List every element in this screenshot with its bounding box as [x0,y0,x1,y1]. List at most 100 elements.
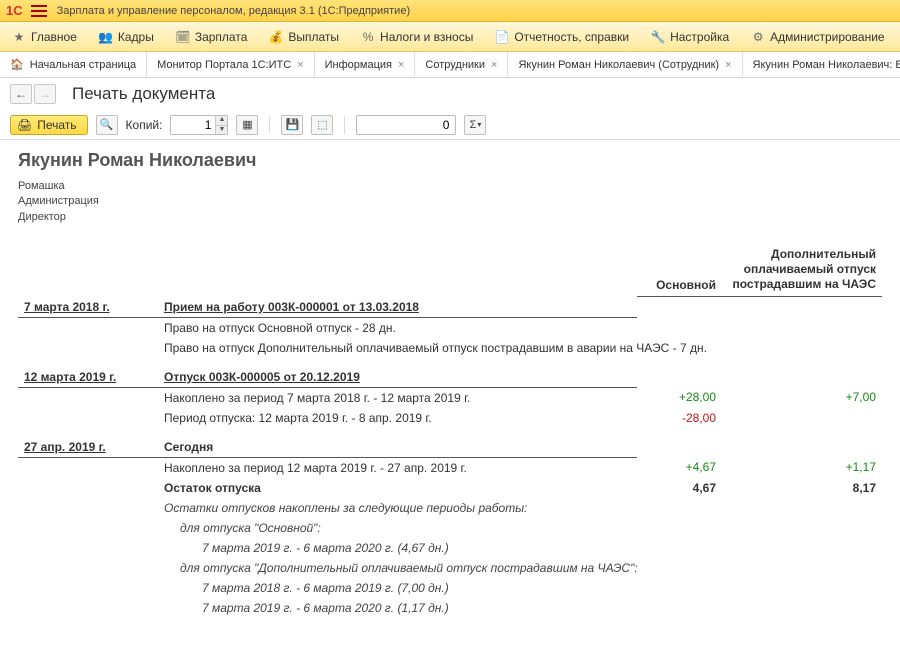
cell [722,358,882,388]
money-icon: 💰 [269,30,283,44]
number-input[interactable] [356,115,456,135]
cell [18,558,158,578]
export-button[interactable]: ⬚ [311,115,333,135]
val-main: -28,00 [637,408,722,428]
menu-label: Кадры [118,30,154,44]
wrench-icon: 🔧 [651,30,665,44]
cell [18,498,158,518]
cell [722,297,882,318]
note-line: Остатки отпусков накоплены за следующие … [158,498,882,518]
section-title: Сегодня [158,428,637,458]
tab[interactable]: Якунин Роман Николаевич (Сотрудник)× [508,52,742,77]
cell [18,408,158,428]
cell [18,457,158,478]
nav-row: ← → Печать документа [0,78,900,110]
copies-stepper[interactable]: ▲▼ [170,115,228,135]
copies-input[interactable] [171,116,215,134]
menu-label: Зарплата [195,30,248,44]
nav-back-button[interactable]: ← [10,84,32,104]
tab-label: Сотрудники [425,59,485,71]
menu-icon[interactable] [31,5,47,17]
stepper-down-icon[interactable]: ▼ [215,125,227,134]
person-name: Якунин Роман Николаевич [18,150,882,171]
gear-icon: ⚙ [751,30,765,44]
tab[interactable]: 🏠Начальная страница [0,52,147,77]
app-logo: 1C [6,3,23,18]
print-button[interactable]: 🖨 Печать [10,115,88,135]
separator [344,116,345,134]
cell [637,358,722,388]
stepper-up-icon[interactable]: ▲ [215,116,227,125]
printer-icon: 🖨 [17,118,32,132]
row-text: Накоплено за период 12 марта 2019 г. - 2… [158,457,637,478]
main-menubar: ★ Главное 👥Кадры 🗓Зарплата 💰 Выплаты %Налоги и… [0,22,900,52]
row-text: Остаток отпуска [158,478,637,498]
cell [18,317,158,338]
menu-Администрирование[interactable]: ⚙Администрирование [747,27,888,47]
document-body: Якунин Роман Николаевич Ромашка Админист… [0,140,900,648]
sum-button[interactable]: Σ▾ [464,115,486,135]
tab-label: Информация [325,59,392,71]
doc-icon: 📄 [495,30,509,44]
grid-icon: ▦ [242,118,252,131]
note-line: для отпуска "Основной": [158,518,882,538]
nav-forward-button[interactable]: → [34,84,56,104]
tab[interactable]: Сотрудники × [415,52,508,77]
val-main: +4,67 [637,457,722,478]
val-main: +28,00 [637,387,722,408]
tab[interactable]: Якунин Роман Николаевич: Все кадровые [743,52,900,77]
val-extra: +1,17 [722,457,882,478]
menu-Кадры[interactable]: 👥Кадры [95,27,158,47]
note-line: 7 марта 2018 г. - 6 марта 2019 г. (7,00 … [158,578,882,598]
col-desc [158,243,637,297]
save-button[interactable]: 💾 [281,115,303,135]
cell [722,428,882,458]
copies-label: Копий: [126,118,163,132]
cell [18,338,158,358]
tab[interactable]: Информация × [315,52,416,77]
cell [637,428,722,458]
menu-Налоги и взносы[interactable]: %Налоги и взносы [357,27,477,47]
menu-label: Главное [31,30,77,44]
section-line: Право на отпуск Дополнительный оплачивае… [158,338,882,358]
section-line: Право на отпуск Основной отпуск - 28 дн. [158,317,882,338]
cell [18,387,158,408]
note-line: 7 марта 2019 г. - 6 марта 2020 г. (4,67 … [158,538,882,558]
menu-Отчетность, справки[interactable]: 📄Отчетность, справки [491,27,633,47]
val-main: 4,67 [637,478,722,498]
section-title: Отпуск 003К-000005 от 20.12.2019 [158,358,637,388]
col-main-header: Основной [637,243,722,297]
floppy-icon: 💾 [286,118,300,131]
app-titlebar: 1C Зарплата и управление персоналом, ред… [0,0,900,22]
note-line: для отпуска "Дополнительный оплачиваемый… [158,558,882,578]
org-name: Ромашка [18,179,882,194]
close-icon[interactable]: × [725,59,731,71]
section-date: 12 марта 2019 г. [18,358,158,388]
tab[interactable]: Монитор Портала 1С:ИТС× [147,52,314,77]
preview-button[interactable]: 🔍 [96,115,118,135]
template-button[interactable]: ▦ [236,115,258,135]
col-date [18,243,158,297]
close-icon[interactable]: × [491,59,497,71]
menu-Выплаты[interactable]: 💰 Выплаты [265,27,343,47]
tab-label: Якунин Роман Николаевич: Все кадровые [753,59,900,71]
tabs-bar: 🏠Начальная страницаМонитор Портала 1С:ИТ… [0,52,900,78]
position-name: Директор [18,210,882,225]
row-text: Накоплено за период 7 марта 2018 г. - 12… [158,387,637,408]
star-icon: ★ [12,30,26,44]
note-line: 7 марта 2019 г. - 6 марта 2020 г. (1,17 … [158,598,882,618]
row-text: Период отпуска: 12 марта 2019 г. - 8 апр… [158,408,637,428]
val-extra: 8,17 [722,478,882,498]
menu-Зарплата[interactable]: 🗓Зарплата [172,27,252,47]
magnifier-icon: 🔍 [100,118,114,131]
close-icon[interactable]: × [398,59,404,71]
menu-Настройка[interactable]: 🔧 Настройка [647,27,733,47]
section-title: Прием на работу 003К-000001 от 13.03.201… [158,297,637,318]
report-table: Основной Дополнительный оплачиваемый отп… [18,243,882,618]
menu-Главное[interactable]: ★ Главное [8,27,81,47]
cell [18,478,158,498]
cell [18,578,158,598]
close-icon[interactable]: × [297,59,303,71]
menu-label: Настройка [670,30,729,44]
menu-label: Выплаты [288,30,339,44]
